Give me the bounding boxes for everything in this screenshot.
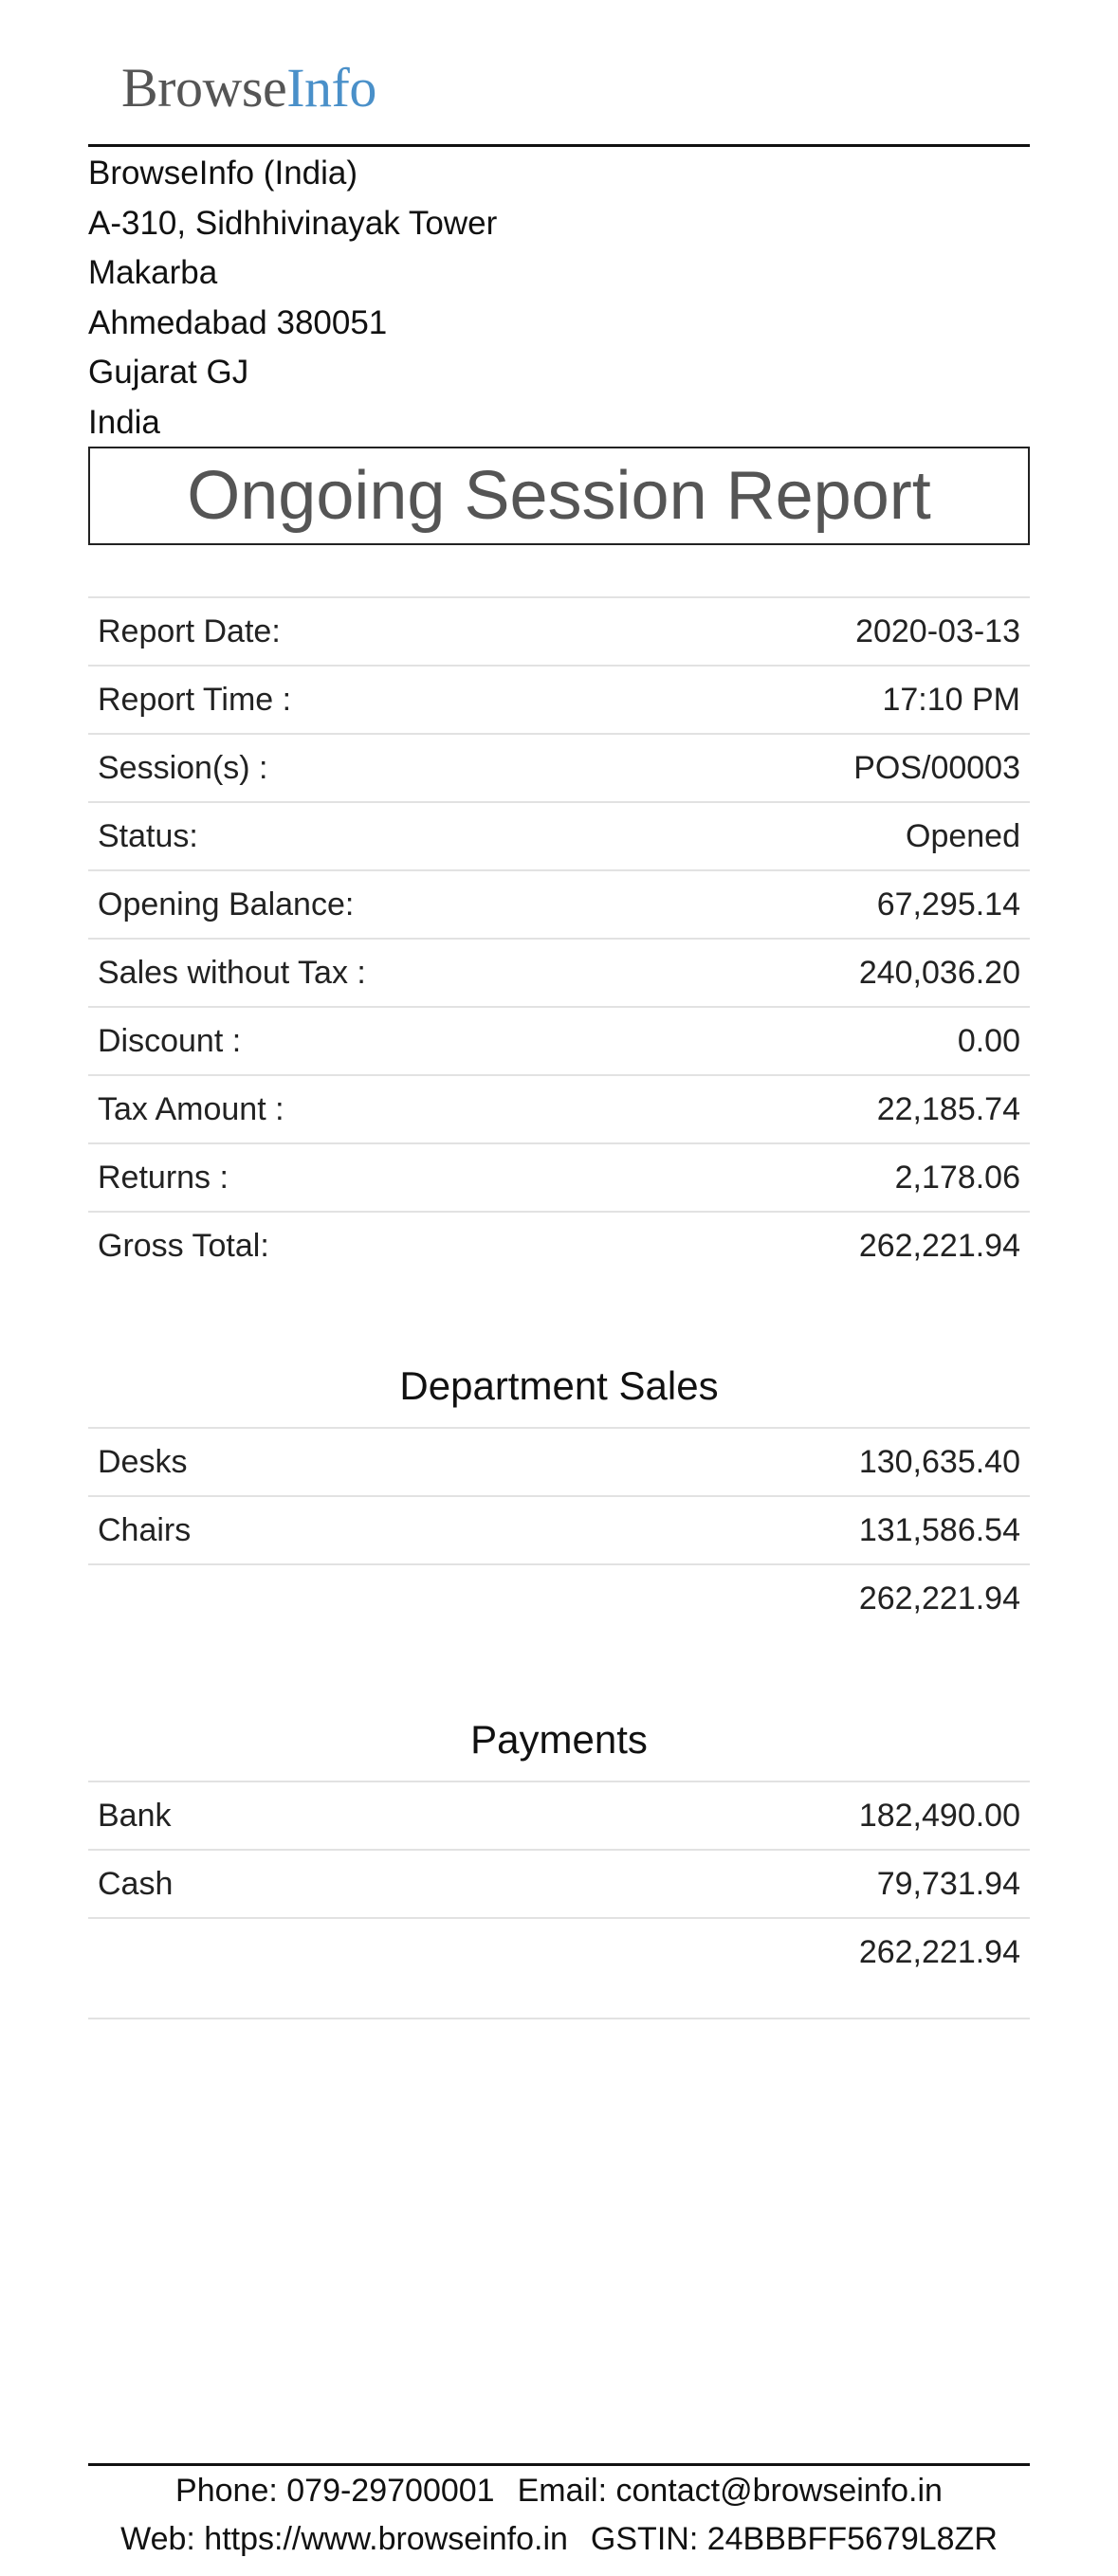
summary-row-tax-amount: Tax Amount : 22,185.74 [88, 1074, 1030, 1143]
department-value: 131,586.54 [449, 1495, 1030, 1564]
payment-value: 79,731.94 [411, 1849, 1030, 1918]
report-title: Ongoing Session Report [88, 447, 1030, 545]
logo-text-browse: Browse [121, 57, 287, 119]
summary-value: 17:10 PM [660, 665, 1030, 734]
payments-table: Bank 182,490.00 Cash 79,731.94 262,221.9… [88, 1781, 1030, 1985]
summary-label: Status: [88, 801, 661, 870]
department-value: 130,635.40 [449, 1427, 1030, 1496]
summary-row-gross-total: Gross Total: 262,221.94 [88, 1211, 1030, 1279]
summary-label: Report Time : [88, 665, 661, 734]
summary-value: 240,036.20 [660, 938, 1030, 1007]
department-label: Desks [88, 1427, 449, 1496]
department-row-desks: Desks 130,635.40 [88, 1427, 1030, 1496]
payment-row-cash: Cash 79,731.94 [88, 1849, 1030, 1918]
summary-value: POS/00003 [660, 733, 1030, 802]
company-logo: BrowseInfo [121, 55, 376, 121]
footer-phone: Phone: 079-29700001 [175, 2473, 495, 2509]
summary-row-status: Status: Opened [88, 801, 1030, 870]
summary-value: 0.00 [660, 1006, 1030, 1075]
header-divider [88, 144, 1030, 147]
payment-row-bank: Bank 182,490.00 [88, 1781, 1030, 1850]
summary-value: 262,221.94 [660, 1211, 1030, 1279]
payment-total-row: 262,221.94 [88, 1917, 1030, 1985]
company-name: BrowseInfo (India) [88, 155, 358, 192]
report-page: BrowseInfo BrowseInfo (India) A-310, Sid… [88, 0, 1030, 2576]
summary-value: 67,295.14 [660, 869, 1030, 939]
department-total-row: 262,221.94 [88, 1563, 1030, 1632]
summary-row-sessions: Session(s) : POS/00003 [88, 733, 1030, 802]
summary-label: Tax Amount : [88, 1074, 661, 1143]
summary-value: Opened [660, 801, 1030, 870]
summary-row-report-date: Report Date: 2020-03-13 [88, 596, 1030, 666]
address-line-state: Gujarat GJ [88, 354, 249, 391]
summary-label: Gross Total: [88, 1211, 661, 1279]
summary-label: Sales without Tax : [88, 938, 661, 1007]
summary-row-discount: Discount : 0.00 [88, 1006, 1030, 1075]
footer-divider [88, 2463, 1030, 2466]
summary-row-opening-balance: Opening Balance: 67,295.14 [88, 869, 1030, 939]
summary-label: Report Date: [88, 596, 661, 666]
department-sales-table: Desks 130,635.40 Chairs 131,586.54 262,2… [88, 1427, 1030, 1632]
summary-row-report-time: Report Time : 17:10 PM [88, 665, 1030, 734]
summary-label: Opening Balance: [88, 869, 661, 939]
address-line-street: A-310, Sidhhivinayak Tower [88, 204, 498, 242]
summary-value: 2,178.06 [660, 1142, 1030, 1212]
footer-contact-line: Phone: 079-29700001 Email: contact@browse… [88, 2468, 1030, 2513]
summary-label: Returns : [88, 1142, 661, 1212]
summary-row-sales-without-tax: Sales without Tax : 240,036.20 [88, 938, 1030, 1007]
summary-label: Session(s) : [88, 733, 661, 802]
footer-gstin: GSTIN: 24BBBFF5679L8ZR [590, 2521, 998, 2557]
payment-value: 182,490.00 [411, 1781, 1030, 1850]
summary-label: Discount : [88, 1006, 661, 1075]
footer-website-link[interactable]: Web: https://www.browseinfo.in [120, 2521, 568, 2557]
summary-table: Report Date: 2020-03-13 Report Time : 17… [88, 596, 1030, 1279]
table-end-divider [88, 2018, 1030, 2019]
footer-web-line: Web: https://www.browseinfo.in GSTIN: 24B… [88, 2516, 1030, 2562]
footer-email[interactable]: Email: contact@browseinfo.in [518, 2473, 943, 2509]
payment-total-value: 262,221.94 [411, 1917, 1030, 1985]
department-sales-heading: Department Sales [399, 1363, 719, 1408]
company-address: BrowseInfo (India) A-310, Sidhhivinayak … [88, 149, 497, 448]
department-total-value: 262,221.94 [449, 1563, 1030, 1632]
summary-value: 2020-03-13 [660, 596, 1030, 666]
department-label: Chairs [88, 1495, 449, 1564]
address-line-area: Makarba [88, 254, 218, 291]
payment-label: Cash [88, 1849, 412, 1918]
payments-heading: Payments [470, 1717, 648, 1762]
address-line-country: India [88, 403, 160, 441]
department-row-chairs: Chairs 131,586.54 [88, 1495, 1030, 1564]
logo-text-info: Info [286, 57, 376, 119]
summary-value: 22,185.74 [660, 1074, 1030, 1143]
summary-row-returns: Returns : 2,178.06 [88, 1142, 1030, 1212]
address-line-city: Ahmedabad 380051 [88, 303, 388, 341]
payment-label: Bank [88, 1781, 412, 1850]
